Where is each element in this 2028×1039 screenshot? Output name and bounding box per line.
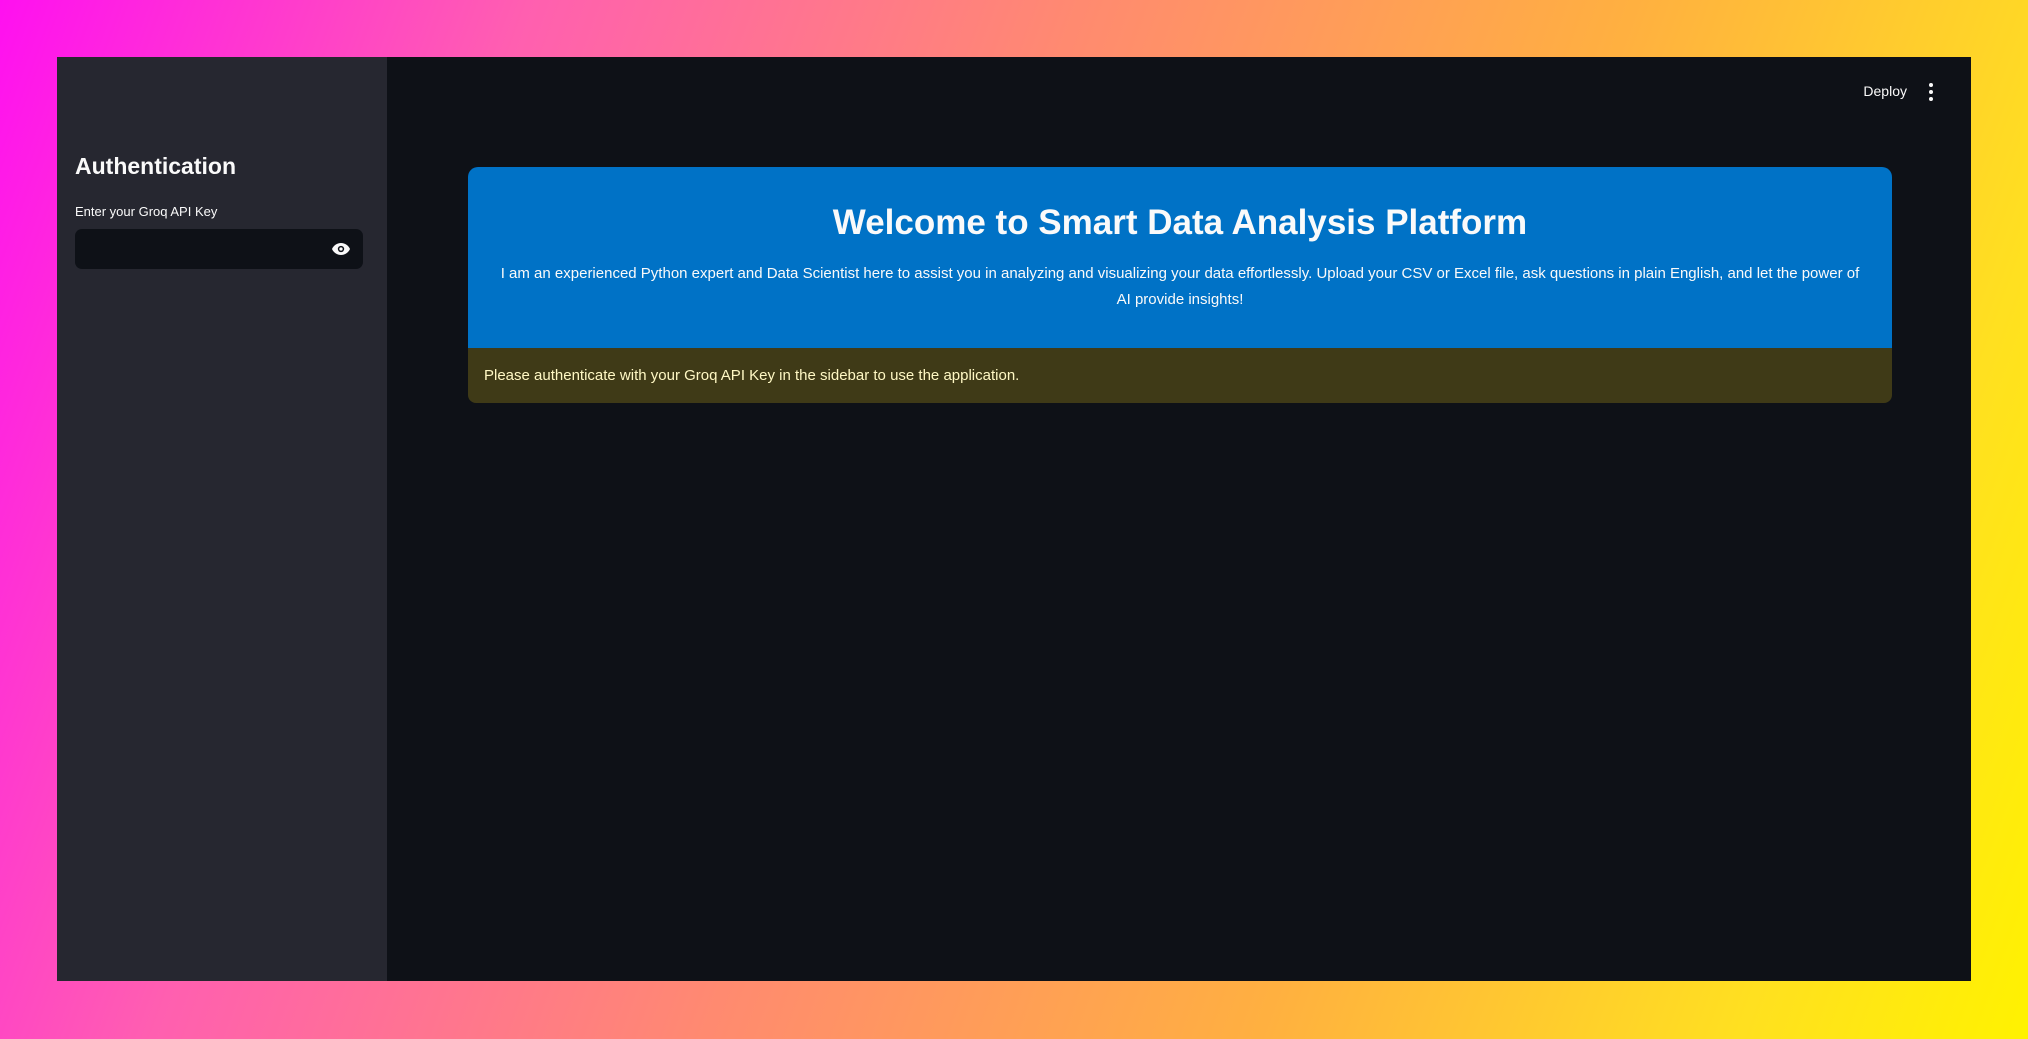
auth-warning-alert: Please authenticate with your Groq API K…: [468, 348, 1892, 403]
api-key-input[interactable]: [75, 229, 319, 269]
eye-icon: [332, 243, 350, 255]
sidebar: Authentication Enter your Groq API Key: [57, 57, 387, 981]
main-area: Deploy Welcome to Smart Data Analysis Pl…: [387, 57, 1971, 981]
show-password-button[interactable]: [319, 229, 363, 269]
auth-warning-text: Please authenticate with your Groq API K…: [484, 367, 1020, 384]
welcome-title: Welcome to Smart Data Analysis Platform: [832, 203, 1528, 242]
deploy-button[interactable]: Deploy: [1863, 83, 1907, 99]
api-key-label: Enter your Groq API Key: [75, 204, 218, 219]
app-window: Authentication Enter your Groq API Key D…: [57, 57, 1971, 981]
main-menu-button[interactable]: [1921, 81, 1941, 103]
vertical-ellipsis-icon: [1929, 83, 1933, 87]
sidebar-title: Authentication: [75, 153, 236, 179]
api-key-field: [75, 229, 363, 269]
welcome-banner: Welcome to Smart Data Analysis Platform …: [468, 167, 1892, 348]
welcome-text: I am an experienced Python expert and Da…: [500, 265, 1860, 308]
